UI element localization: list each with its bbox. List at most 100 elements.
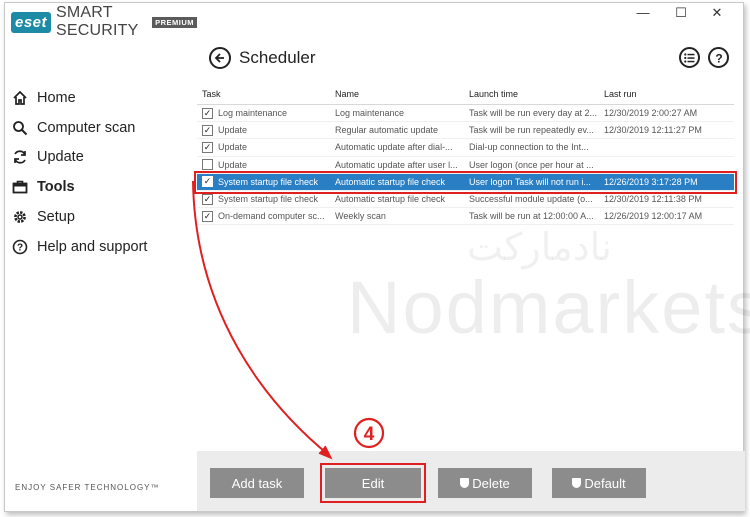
cell-name: Regular automatic update [335, 125, 439, 136]
cell-task: ✓ Update [197, 124, 330, 136]
sidebar-nav: Home Computer scan Update Tools Setup ? … [5, 83, 197, 262]
shield-icon [460, 478, 470, 488]
product-name: SMART SECURITY [56, 4, 139, 39]
cell-launch-time: Task will be run every day at 2... [469, 108, 598, 119]
sidebar-item-label: Setup [37, 209, 75, 226]
cell-name: Automatic startup file check [335, 194, 446, 205]
table-row[interactable]: Update Automatic update after user l... Us… [197, 157, 734, 174]
sidebar: eset SMART SECURITY PREMIUM Home Compute… [5, 3, 197, 511]
page-header: Scheduler [209, 47, 316, 69]
cell-task: Update [197, 159, 330, 171]
add-task-label: Add task [231, 475, 283, 491]
tagline: ENJOY SAFER TECHNOLOGY™ [15, 483, 160, 492]
table-row[interactable]: ✓ Log maintenance Log maintenance Task will… [197, 105, 734, 123]
sidebar-item-label: Computer scan [37, 119, 136, 136]
cell-launch-time: Task will be run at 12:00:00 A... [469, 211, 594, 222]
home-icon [11, 89, 29, 107]
cell-name: Weekly scan [335, 211, 386, 222]
edition-badge: PREMIUM [152, 16, 197, 28]
svg-text:?: ? [715, 52, 722, 64]
cell-last-run: 12/30/2019 2:00:27 AM [604, 108, 698, 119]
add-task-button[interactable]: Add task [210, 468, 304, 498]
enable-checkbox[interactable]: ✓ [202, 210, 213, 222]
delete-label: Delete [472, 475, 510, 491]
sidebar-item-label: Tools [37, 179, 75, 196]
cell-name: Log maintenance [335, 108, 405, 119]
default-button[interactable]: Default [552, 468, 646, 498]
briefcase-icon [11, 178, 29, 196]
help-button[interactable]: ? [708, 47, 729, 68]
watermark-latin: Nodmarkets [347, 266, 750, 349]
cell-last-run: 12/30/2019 12:11:27 PM [604, 125, 702, 136]
task-type: System startup file check [218, 176, 319, 187]
eset-logo: eset [11, 11, 52, 33]
table-row[interactable]: ✓ Update Regular automatic update Task will… [197, 122, 734, 140]
column-header-name[interactable]: Name [330, 89, 464, 99]
enable-checkbox[interactable]: ✓ [202, 107, 213, 119]
enable-checkbox[interactable]: ✓ [202, 124, 213, 136]
enable-checkbox[interactable]: ✓ [202, 176, 213, 188]
main-panel: Scheduler ? Task Name Launch time Last r… [194, 3, 750, 511]
column-header-last-run[interactable]: Last run [599, 89, 734, 99]
back-button[interactable] [209, 47, 231, 69]
refresh-icon [11, 148, 29, 166]
task-type: Update [218, 125, 248, 136]
brand: eset SMART SECURITY PREMIUM [11, 4, 197, 39]
cell-launch-time: Task will be run repeatedly ev... [469, 125, 594, 136]
cell-name: Automatic startup file check [335, 176, 446, 187]
cell-task: ✓ On-demand computer sc... [197, 210, 330, 222]
cell-last-run: 12/30/2019 12:11:38 PM [604, 194, 702, 205]
svg-text:?: ? [17, 242, 23, 253]
table-row[interactable]: ✓ On-demand computer sc... Weekly scan Task… [197, 208, 734, 226]
question-icon: ? [715, 52, 722, 64]
cell-launch-time: User logon Task will not run i... [469, 176, 591, 187]
list-icon [684, 52, 695, 63]
sidebar-item-label: Home [37, 89, 76, 106]
cell-task: ✓ System startup file check [197, 176, 330, 188]
cell-last-run: 12/26/2019 3:17:28 PM [604, 176, 698, 187]
sidebar-item-update[interactable]: Update [5, 143, 197, 173]
help-icon: ? [11, 238, 29, 256]
task-type: Update [218, 142, 248, 153]
sidebar-item-computer-scan[interactable]: Computer scan [5, 113, 197, 143]
cell-task: ✓ Update [197, 141, 330, 153]
table-header: Task Name Launch time Last run [197, 83, 734, 105]
table-body: ✓ Log maintenance Log maintenance Task will… [194, 105, 737, 226]
cell-last-run: 12/26/2019 12:00:17 AM [604, 211, 703, 222]
enable-checkbox[interactable] [202, 159, 213, 171]
enable-checkbox[interactable]: ✓ [202, 193, 213, 205]
edit-label: Edit [361, 475, 385, 491]
sidebar-item-tools[interactable]: Tools [5, 172, 197, 202]
cell-name: Automatic update after dial-... [335, 142, 453, 153]
watermark-arabic: نادمارکت [467, 227, 612, 269]
task-type: Log maintenance [218, 108, 288, 119]
sidebar-item-label: Help and support [37, 238, 148, 255]
table-row[interactable]: ✓ System startup file check Automatic star… [197, 191, 734, 209]
footer-toolbar: Add task Edit Delete Default [197, 451, 745, 511]
task-type: Update [218, 159, 248, 170]
cell-launch-time: Successful module update (o... [469, 194, 593, 205]
column-header-launch-time[interactable]: Launch time [464, 89, 599, 99]
cell-launch-time: Dial-up connection to the Int... [469, 142, 589, 153]
default-label: Default [584, 475, 626, 491]
edit-button[interactable]: Edit [320, 463, 426, 503]
delete-button[interactable]: Delete [438, 468, 532, 498]
sidebar-item-home[interactable]: Home [5, 83, 197, 113]
task-type: System startup file check [218, 194, 319, 205]
page-title: Scheduler [239, 48, 316, 67]
app-window: eset SMART SECURITY PREMIUM Home Compute… [4, 2, 750, 512]
list-view-button[interactable] [679, 47, 700, 68]
column-header-task[interactable]: Task [197, 89, 330, 99]
gear-icon [11, 208, 29, 226]
header-actions: ? [679, 47, 729, 68]
enable-checkbox[interactable]: ✓ [202, 141, 213, 153]
table-row[interactable]: ✓ Update Automatic update after dial-... Di… [197, 139, 734, 157]
task-type: On-demand computer sc... [218, 211, 325, 222]
scheduler-table: Task Name Launch time Last run ✓ Log main… [194, 83, 737, 226]
sidebar-item-help[interactable]: ? Help and support [5, 232, 197, 262]
cell-task: ✓ Log maintenance [197, 107, 330, 119]
sidebar-item-label: Update [37, 149, 84, 166]
arrow-left-icon [214, 53, 224, 63]
sidebar-item-setup[interactable]: Setup [5, 202, 197, 232]
table-row[interactable]: ✓ System startup file check Automatic star… [194, 170, 737, 194]
